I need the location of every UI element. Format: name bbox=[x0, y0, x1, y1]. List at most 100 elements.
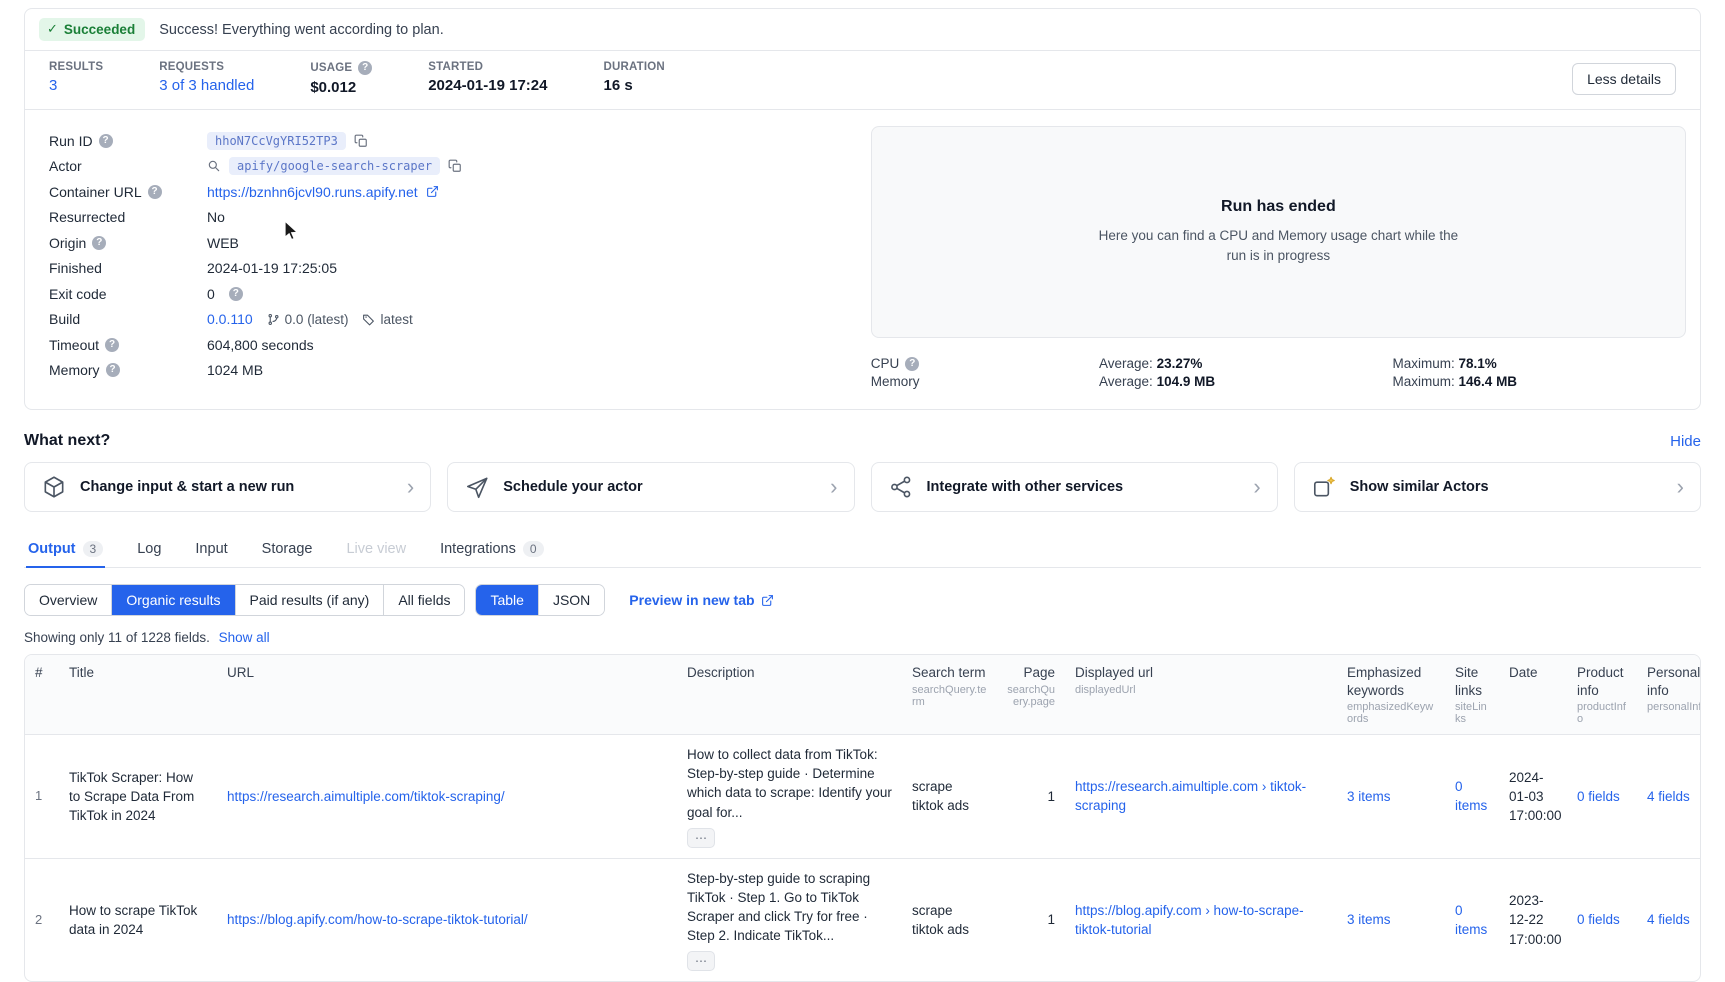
run-tabs: Output 3 Log Input Storage Live view Int… bbox=[24, 534, 1701, 568]
tab-log-label: Log bbox=[137, 541, 162, 557]
col-date[interactable]: Date bbox=[1499, 655, 1567, 736]
cpu-average: Average: 23.27% bbox=[1099, 356, 1392, 371]
stat-requests-value[interactable]: 3 of 3 handled bbox=[159, 77, 254, 94]
preview-new-tab-link[interactable]: Preview in new tab bbox=[629, 592, 773, 608]
timeout-help-icon[interactable]: ? bbox=[105, 337, 120, 352]
build-version-link[interactable]: 0.0.110 bbox=[207, 311, 253, 327]
view-paid-results[interactable]: Paid results (if any) bbox=[235, 585, 385, 615]
tab-output-label: Output bbox=[28, 541, 76, 557]
product-info-link[interactable]: 0 fields bbox=[1577, 912, 1620, 927]
cpu-help-icon[interactable]: ? bbox=[905, 356, 920, 371]
resurrected-value: No bbox=[207, 209, 225, 226]
hide-link[interactable]: Hide bbox=[1670, 433, 1701, 450]
show-all-link[interactable]: Show all bbox=[219, 630, 270, 645]
col-title[interactable]: Title bbox=[59, 655, 217, 736]
card-show-similar-actors[interactable]: Show similar Actors › bbox=[1293, 462, 1701, 512]
results-controls: Overview Organic results Paid results (i… bbox=[24, 584, 1701, 616]
view-overview[interactable]: Overview bbox=[25, 585, 113, 615]
detail-row-resurrected: Resurrected No bbox=[49, 205, 847, 231]
actor-copy-button[interactable] bbox=[448, 159, 462, 173]
detail-row-exit-code: Exit code 0 ? bbox=[49, 281, 847, 307]
cell-product-info: 0 fields bbox=[1567, 735, 1637, 859]
success-banner: ✓ Succeeded Success! Everything went acc… bbox=[25, 9, 1700, 51]
site-links-link[interactable]: 0 items bbox=[1455, 779, 1487, 813]
run-id-value: hhoN7CcVgYRI52TP3 bbox=[207, 131, 368, 150]
view-all-fields[interactable]: All fields bbox=[384, 585, 465, 615]
col-product-info[interactable]: Product info productInfo bbox=[1567, 655, 1637, 736]
actor-chip[interactable]: apify/google-search-scraper bbox=[229, 157, 441, 176]
stat-usage-label-text: USAGE bbox=[310, 62, 353, 74]
tab-integrations[interactable]: Integrations 0 bbox=[438, 534, 545, 567]
container-url-help-icon[interactable]: ? bbox=[147, 184, 162, 199]
col-displayed-url[interactable]: Displayed url displayedUrl bbox=[1065, 655, 1337, 736]
usage-help-icon[interactable]: ? bbox=[358, 61, 373, 75]
run-id-help-icon[interactable]: ? bbox=[98, 133, 113, 148]
run-metrics-panel: Run has ended Here you can find a CPU an… bbox=[870, 126, 1686, 389]
tab-output[interactable]: Output 3 bbox=[26, 534, 106, 568]
timeout-label-text: Timeout bbox=[49, 336, 100, 353]
col-url[interactable]: URL bbox=[217, 655, 677, 736]
col-site-links[interactable]: Site links siteLinks bbox=[1445, 655, 1499, 736]
results-table-wrap[interactable]: # Title URL Description Search term sear… bbox=[24, 654, 1701, 982]
col-personal-info[interactable]: Personal info personalInfo bbox=[1637, 655, 1700, 736]
detail-row-timeout: Timeout ? 604,800 seconds bbox=[49, 332, 847, 358]
cpu-label-text: CPU bbox=[870, 356, 900, 371]
exit-code-help-icon[interactable]: ? bbox=[228, 286, 243, 301]
tab-storage[interactable]: Storage bbox=[260, 534, 315, 567]
tab-input[interactable]: Input bbox=[193, 534, 229, 567]
card-integrate-services[interactable]: Integrate with other services › bbox=[870, 462, 1278, 512]
product-info-link[interactable]: 0 fields bbox=[1577, 789, 1620, 804]
personal-info-link[interactable]: 4 fields bbox=[1647, 789, 1690, 804]
view-organic-results[interactable]: Organic results bbox=[112, 585, 236, 615]
site-links-link[interactable]: 0 items bbox=[1455, 903, 1487, 937]
personal-info-link[interactable]: 4 fields bbox=[1647, 912, 1690, 927]
card-schedule-actor[interactable]: Schedule your actor › bbox=[447, 462, 855, 512]
detail-row-memory: Memory ? 1024 MB bbox=[49, 358, 847, 384]
memory-average: Average: 104.9 MB bbox=[1099, 374, 1392, 389]
table-row: 1 TikTok Scraper: How to Scrape Data Fro… bbox=[25, 734, 1700, 859]
run-detail-page: ✓ Succeeded Success! Everything went acc… bbox=[0, 0, 1725, 982]
expand-description-button[interactable]: ⋯ bbox=[687, 827, 715, 848]
card-change-input[interactable]: Change input & start a new run › bbox=[24, 462, 432, 512]
stat-results: RESULTS 3 bbox=[49, 61, 103, 94]
displayed-url-link[interactable]: https://blog.apify.com › how-to-scrape-t… bbox=[1075, 903, 1304, 937]
exit-code-value: 0 ? bbox=[207, 286, 243, 302]
cpu-maximum-value: 78.1% bbox=[1458, 356, 1497, 371]
result-url-link[interactable]: https://blog.apify.com/how-to-scrape-tik… bbox=[227, 912, 528, 927]
external-link-icon bbox=[426, 185, 439, 198]
emphasized-keywords-link[interactable]: 3 items bbox=[1347, 912, 1391, 927]
memory-help-icon[interactable]: ? bbox=[105, 363, 120, 378]
format-json[interactable]: JSON bbox=[538, 585, 605, 615]
format-table[interactable]: Table bbox=[476, 585, 539, 615]
cell-page: 1 bbox=[1047, 788, 1055, 804]
build-value: 0.0.110 0.0 (latest) latest bbox=[207, 311, 413, 327]
col-emphasized-keywords[interactable]: Emphasized keywords emphasizedKeywords bbox=[1337, 655, 1445, 736]
col-page[interactable]: Page searchQuery.page bbox=[997, 655, 1065, 736]
tab-integrations-label: Integrations bbox=[440, 541, 516, 557]
what-next-cards: Change input & start a new run › Schedul… bbox=[24, 462, 1701, 512]
build-label-text: Build bbox=[49, 311, 81, 328]
emphasized-keywords-link[interactable]: 3 items bbox=[1347, 789, 1391, 804]
chart-placeholder-subtitle: Here you can find a CPU and Memory usage… bbox=[1098, 228, 1459, 263]
cell-title: TikTok Scraper: How to Scrape Data From … bbox=[69, 769, 195, 823]
cpu-label: CPU ? bbox=[871, 356, 1099, 371]
container-url-link[interactable]: https://bznhn6jcvl90.runs.apify.net bbox=[207, 184, 418, 200]
table-header-row: # Title URL Description Search term sear… bbox=[25, 655, 1700, 736]
tab-log[interactable]: Log bbox=[135, 534, 163, 567]
origin-help-icon[interactable]: ? bbox=[92, 235, 107, 250]
expand-description-button[interactable]: ⋯ bbox=[687, 951, 715, 972]
displayed-url-link[interactable]: https://research.aimultiple.com › tiktok… bbox=[1075, 779, 1306, 813]
col-search-term[interactable]: Search term searchQuery.term bbox=[902, 655, 997, 736]
run-id-label-text: Run ID bbox=[49, 132, 93, 149]
col-description[interactable]: Description bbox=[677, 655, 902, 736]
result-url-link[interactable]: https://research.aimultiple.com/tiktok-s… bbox=[227, 789, 505, 804]
col-num[interactable]: # bbox=[25, 655, 59, 736]
detail-row-finished: Finished 2024-01-19 17:25:05 bbox=[49, 256, 847, 282]
stat-results-value[interactable]: 3 bbox=[49, 77, 57, 94]
memory-value: 1024 MB bbox=[207, 362, 264, 379]
run-id-copy-button[interactable] bbox=[354, 134, 368, 148]
memory-maximum-value: 146.4 MB bbox=[1458, 374, 1518, 389]
less-details-button[interactable]: Less details bbox=[1572, 62, 1676, 95]
results-table: # Title URL Description Search term sear… bbox=[25, 655, 1700, 981]
container-url-label-text: Container URL bbox=[49, 183, 142, 200]
